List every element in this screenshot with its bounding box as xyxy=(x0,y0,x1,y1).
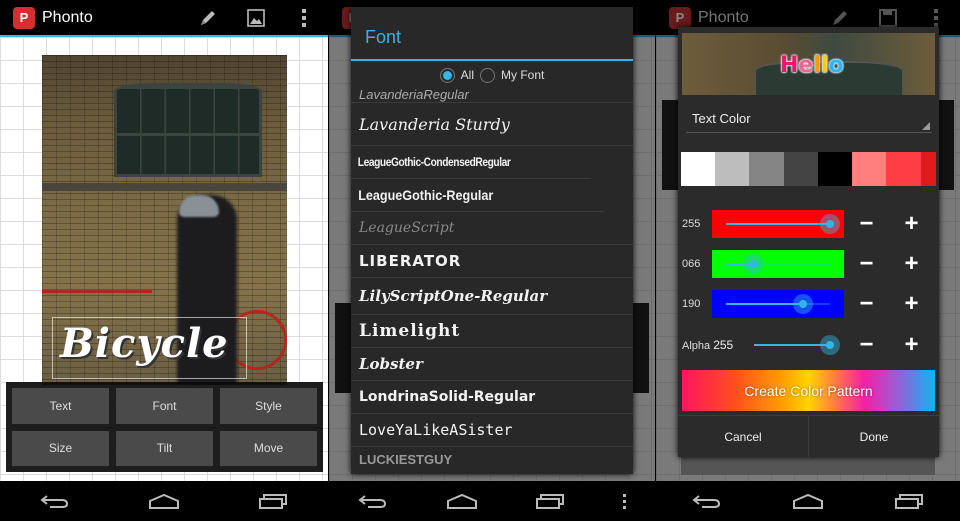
font-item[interactable]: LeagueScript xyxy=(351,212,633,245)
color-swatches xyxy=(681,152,937,186)
color-swatch[interactable] xyxy=(715,152,750,186)
font-button[interactable]: Font xyxy=(116,388,213,424)
dialog-buttons: Cancel Done xyxy=(678,415,939,457)
recent-apps-icon[interactable] xyxy=(530,486,570,516)
app-logo[interactable]: P xyxy=(13,6,35,29)
dropdown-triangle-icon xyxy=(922,122,930,130)
red-slider[interactable] xyxy=(712,210,844,238)
back-icon[interactable] xyxy=(35,486,75,516)
text-preview: Hello xyxy=(682,33,935,95)
color-mode-select[interactable]: Text Color xyxy=(686,107,932,133)
red-minus-button[interactable]: − xyxy=(844,212,889,236)
font-item[interactable]: LeagueGothic-CondensedRegular xyxy=(351,146,591,179)
overflow-menu-icon[interactable] xyxy=(280,0,328,36)
radio-my-font-label[interactable]: My Font xyxy=(501,68,544,82)
green-plus-button[interactable]: + xyxy=(889,252,934,276)
home-icon[interactable] xyxy=(788,486,828,516)
screen-font-picker: P Font All My Font LavanderiaRegular Lav… xyxy=(329,0,655,521)
nav-bar xyxy=(329,481,655,521)
color-dialog: Hello Text Color 255 − + 066 − + 190 − +… xyxy=(678,27,939,457)
red-value: 255 xyxy=(682,218,701,230)
font-item[interactable]: LUCKIESTGUY xyxy=(351,447,633,467)
preview-text: Hello xyxy=(780,53,844,78)
green-minus-button[interactable]: − xyxy=(844,252,889,276)
app-logo: P xyxy=(669,6,691,29)
style-button[interactable]: Style xyxy=(220,388,317,424)
color-swatch[interactable] xyxy=(817,152,853,186)
nav-bar xyxy=(656,481,960,521)
font-item[interactable]: LavanderiaRegular xyxy=(351,89,633,103)
alpha-row: Alpha 255 − + xyxy=(678,330,939,360)
red-channel-row: 255 − + xyxy=(678,209,939,239)
green-channel-row: 066 − + xyxy=(678,249,939,279)
font-list[interactable]: LavanderiaRegular Lavanderia Sturdy Leag… xyxy=(351,89,633,467)
alpha-label: Alpha 255 xyxy=(682,338,734,352)
cancel-button[interactable]: Cancel xyxy=(678,416,808,457)
app-title: Phonto xyxy=(698,8,749,26)
red-plus-button[interactable]: + xyxy=(889,212,934,236)
color-swatch[interactable] xyxy=(886,152,921,186)
screen-editor: P Phonto Bicycle Text Font Style Size Ti… xyxy=(0,0,328,521)
font-item[interactable]: Lavanderia Sturdy xyxy=(351,103,633,146)
home-icon[interactable] xyxy=(442,486,482,516)
dialog-title: Font xyxy=(351,7,633,61)
font-item[interactable]: Limelight xyxy=(351,315,633,348)
radio-all-label[interactable]: All xyxy=(461,68,474,82)
blue-slider[interactable] xyxy=(712,290,844,318)
recent-apps-icon[interactable] xyxy=(253,486,293,516)
move-button[interactable]: Move xyxy=(220,430,317,466)
preview-letter: H xyxy=(780,53,799,78)
green-value: 066 xyxy=(682,258,701,270)
screen-color-picker: P Phonto Hello Text Color 255 − + 066 − … xyxy=(656,0,960,521)
green-slider[interactable] xyxy=(712,250,844,278)
size-button[interactable]: Size xyxy=(12,430,109,466)
color-swatch[interactable] xyxy=(920,152,937,186)
tool-panel: Text Font Style Size Tilt Move xyxy=(6,382,323,472)
radio-my-font[interactable] xyxy=(480,67,495,83)
alpha-slider[interactable] xyxy=(740,331,844,359)
photo-window xyxy=(114,83,262,177)
nav-bar xyxy=(0,481,328,521)
blue-value: 190 xyxy=(682,298,701,310)
radio-all[interactable] xyxy=(439,67,455,83)
preview-letter: o xyxy=(828,53,844,78)
action-bar: P Phonto xyxy=(0,0,328,37)
blue-channel-row: 190 − + xyxy=(678,289,939,319)
font-item[interactable]: LilyScriptOne-Regular xyxy=(351,278,633,315)
alpha-plus-button[interactable]: + xyxy=(889,333,934,357)
font-item[interactable]: LeagueGothic-Regular xyxy=(351,179,605,212)
font-item[interactable]: LondrinaSolid-Regular xyxy=(351,381,633,414)
create-color-pattern-button[interactable]: Create Color Pattern xyxy=(682,370,935,411)
overflow-menu-icon[interactable] xyxy=(619,486,631,516)
done-button[interactable]: Done xyxy=(808,416,939,457)
alpha-minus-button[interactable]: − xyxy=(844,333,889,357)
color-swatch[interactable] xyxy=(852,152,887,186)
app-title: Phonto xyxy=(42,8,93,26)
image-icon[interactable] xyxy=(232,0,280,36)
tilt-button[interactable]: Tilt xyxy=(116,430,213,466)
color-swatch[interactable] xyxy=(681,152,716,186)
text-button[interactable]: Text xyxy=(12,388,109,424)
preview-letter: e xyxy=(798,53,814,78)
font-dialog: Font All My Font LavanderiaRegular Lavan… xyxy=(351,7,633,474)
back-icon[interactable] xyxy=(687,486,727,516)
font-item[interactable]: LIBERATOR xyxy=(351,245,633,278)
preview-letter: l xyxy=(813,53,821,78)
font-filter: All My Font xyxy=(351,61,633,89)
back-icon[interactable] xyxy=(353,486,393,516)
color-swatch[interactable] xyxy=(749,152,784,186)
color-swatch[interactable] xyxy=(783,152,818,186)
color-mode-value: Text Color xyxy=(692,111,751,126)
recent-apps-icon[interactable] xyxy=(889,486,929,516)
font-item[interactable]: Lobster xyxy=(351,348,633,381)
photo-text-overlay[interactable]: Bicycle xyxy=(60,320,229,367)
pencil-icon[interactable] xyxy=(184,0,232,36)
font-item[interactable]: LoveYaLikeASister xyxy=(351,414,633,447)
blue-plus-button[interactable]: + xyxy=(889,292,934,316)
home-icon[interactable] xyxy=(144,486,184,516)
blue-minus-button[interactable]: − xyxy=(844,292,889,316)
